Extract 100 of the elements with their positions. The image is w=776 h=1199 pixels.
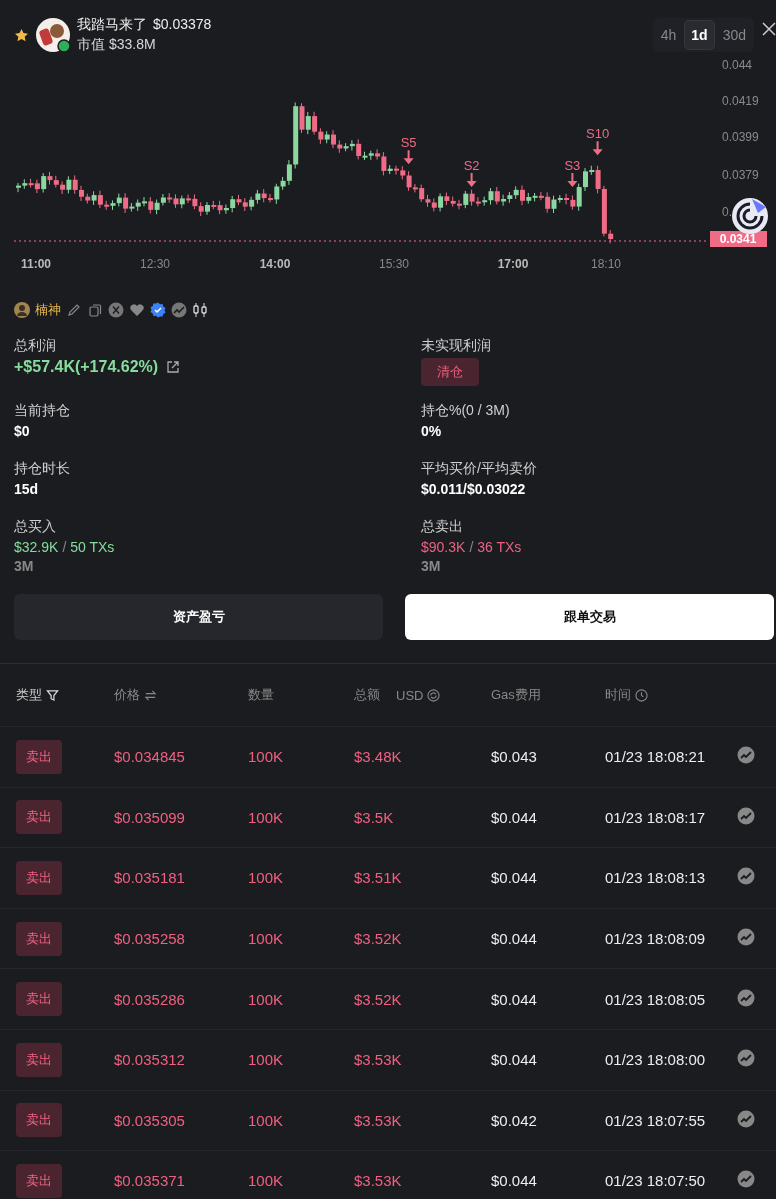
stat-label: 持仓%(0 / 3M) [421, 402, 511, 420]
chart-icon[interactable] [737, 746, 755, 765]
separator: / [62, 539, 67, 555]
chart-icon[interactable] [737, 806, 755, 825]
sell-marker: S3 [564, 158, 581, 174]
token-quantity: 3M [14, 558, 35, 574]
table-cell-text: 01/23 18:08:05 [605, 990, 707, 1008]
chart-icon[interactable] [737, 867, 755, 886]
axis-label: 0.0399 [722, 130, 759, 144]
stat-label: 总卖出 [421, 518, 464, 536]
table-cell-text: $0.035099 [114, 808, 186, 826]
tx-count: 36 TXs [477, 539, 522, 555]
table-cell-text: $0.044 [491, 1051, 538, 1069]
refresh-icon[interactable] [427, 688, 441, 702]
trade-type-badge: 卖出 [16, 800, 62, 835]
stat-value: $0.011/$0.03022 [421, 481, 527, 497]
axis-label: 17:00 [497, 257, 529, 271]
table-cell-text: $0.034845 [114, 748, 186, 766]
table-cell-text: $3.51K [354, 869, 403, 887]
stat-label: 当前持仓 [14, 402, 71, 420]
table-cell-text: 100K [248, 748, 285, 766]
timeframe-tab[interactable]: 1d [684, 20, 715, 50]
currency-label: USD [396, 687, 424, 703]
table-cell-text: 100K [248, 1111, 285, 1129]
axis-label: 15:30 [379, 257, 409, 271]
arrow-down-icon [592, 141, 603, 156]
table-cell-text: $3.53K [354, 1051, 403, 1069]
clock-icon[interactable] [635, 688, 648, 702]
heart-icon[interactable] [129, 302, 145, 318]
table-cell-text: $0.035312 [114, 1051, 186, 1069]
token-quantity: 3M [421, 558, 442, 574]
trade-type-badge: 卖出 [16, 921, 62, 956]
market-cap: 市值 $33.8M [77, 36, 157, 54]
table-cell-text: $0.035258 [114, 930, 186, 948]
table-cell-text: $3.52K [354, 990, 403, 1008]
axis-label: 11:00 [21, 257, 51, 271]
axis-label: 0.0379 [722, 168, 759, 182]
axis-label: 18:10 [591, 257, 621, 271]
table-cell-text: 01/23 18:08:21 [605, 748, 707, 766]
edit-icon[interactable] [66, 302, 82, 318]
stat-label: 总买入 [14, 518, 57, 536]
column-header: Gas费用 [491, 686, 541, 704]
stat-label: 持仓时长 [14, 460, 71, 478]
table-cell-text: 100K [248, 930, 285, 948]
table-cell-text: 01/23 18:07:55 [605, 1111, 707, 1129]
timeframe-tab[interactable]: 4h [654, 20, 683, 50]
table-cell-text: $0.044 [491, 930, 538, 948]
x-logo-icon[interactable] [108, 302, 124, 318]
separator: / [469, 539, 474, 555]
chart-icon[interactable] [737, 1049, 755, 1068]
column-header: 总额 [354, 686, 380, 704]
close-position-badge[interactable]: 清仓 [421, 358, 479, 386]
candles-icon[interactable] [192, 302, 208, 318]
table-cell-text: $0.042 [491, 1111, 538, 1129]
sell-marker: S2 [463, 158, 480, 174]
filter-icon[interactable] [46, 688, 59, 702]
table-cell-text: 01/23 18:08:13 [605, 869, 707, 887]
trade-type-badge: 卖出 [16, 861, 62, 895]
timeframe-tab[interactable]: 30d [716, 20, 752, 50]
column-header: 数量 [248, 686, 274, 704]
external-link-icon[interactable] [166, 360, 181, 374]
copy-trade-button[interactable]: 跟单交易 [405, 594, 774, 640]
table-cell-text: $3.48K [354, 748, 403, 766]
chart-icon[interactable] [737, 928, 755, 947]
table-cell-text: 01/23 18:08:17 [605, 808, 707, 826]
token-name: 我踏马来了 [77, 16, 147, 34]
star-icon[interactable] [14, 27, 29, 43]
chart-icon[interactable] [737, 1170, 755, 1189]
column-header: 价格 [114, 686, 140, 704]
sell-marker: S5 [400, 135, 417, 151]
table-cell-text: $0.044 [491, 1172, 538, 1190]
table-cell-text: $0.035371 [114, 1172, 186, 1190]
table-cell-text: $0.035305 [114, 1111, 186, 1129]
table-cell-text: $3.5K [354, 808, 395, 826]
token-avatar-icon [35, 17, 71, 53]
table-cell-text: 100K [248, 990, 285, 1008]
chart-icon[interactable] [737, 1109, 755, 1128]
table-cell-text: $0.043 [491, 748, 538, 766]
radar-button[interactable] [732, 198, 768, 234]
table-cell-text: 01/23 18:08:00 [605, 1051, 707, 1069]
trade-type-badge: 卖出 [16, 1163, 62, 1198]
copy-icon[interactable] [87, 302, 103, 318]
axis-label: 14:00 [259, 257, 291, 271]
column-header: 时间 [605, 686, 631, 704]
swap-icon[interactable] [144, 688, 157, 702]
chart-icon[interactable] [171, 302, 187, 318]
axis-label: 0. [722, 205, 732, 219]
table-cell-text: $0.044 [491, 990, 538, 1008]
chart-icon[interactable] [737, 988, 755, 1007]
close-icon[interactable] [762, 22, 776, 36]
trade-type-badge: 卖出 [16, 739, 62, 774]
table-cell-text: $0.044 [491, 808, 538, 826]
trade-type-badge: 卖出 [16, 982, 62, 1017]
price-tag: 0.0341 [710, 231, 767, 247]
arrow-down-icon [466, 173, 477, 188]
table-cell-text: $0.035286 [114, 990, 186, 1008]
table-cell-text: 01/23 18:07:50 [605, 1172, 707, 1190]
trader-name: 楠神 [35, 301, 61, 319]
trade-type-badge: 卖出 [16, 1103, 62, 1138]
asset-pnl-button[interactable]: 资产盈亏 [14, 594, 383, 640]
